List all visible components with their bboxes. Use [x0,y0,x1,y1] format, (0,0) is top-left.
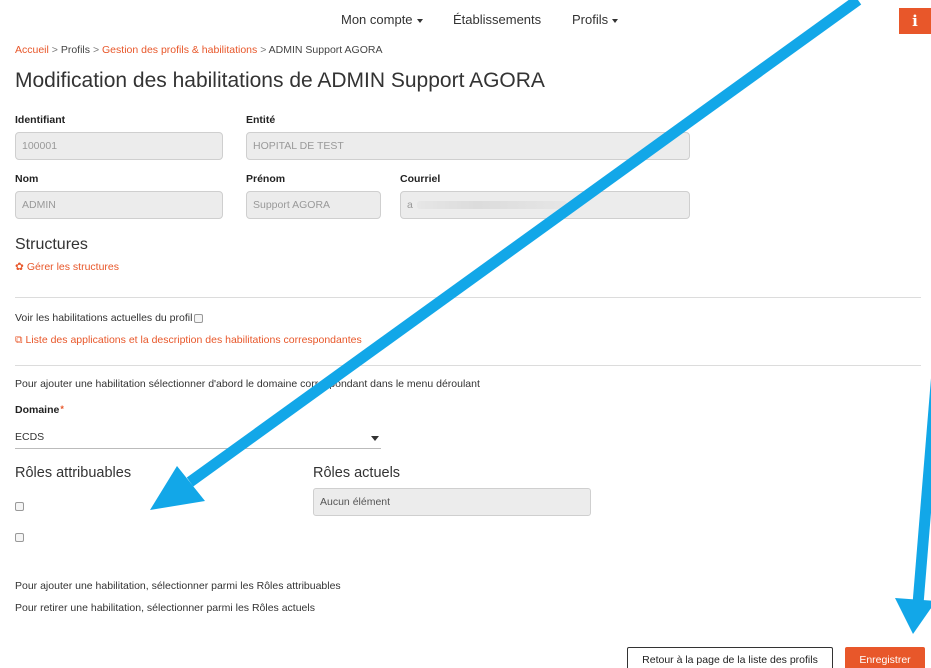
assignable-role-checkbox[interactable] [15,502,24,511]
structures-title: Structures [15,236,88,253]
breadcrumb-separator: > [92,44,100,56]
required-mark: * [60,404,64,414]
firstname-label: Prénom [246,173,286,185]
lastname-field: ADMIN [15,191,223,219]
firstname-field: Support AGORA [246,191,381,219]
assignable-roles-title: Rôles attribuables [15,465,132,481]
domain-label-text: Domaine [15,404,60,416]
caret-down-icon [612,18,619,23]
view-current-label: Voir les habilitations actuelles du prof… [15,312,193,324]
email-label: Courriel [400,173,441,185]
page-title: Modification des habilitations de ADMIN … [15,69,545,92]
entity-field: HOPITAL DE TEST [246,132,690,160]
assignable-role-checkbox[interactable] [15,533,24,542]
breadcrumb-current: ADMIN Support AGORA [268,44,383,56]
annotation-arrow-save [895,378,931,634]
breadcrumb: Accueil > Profils > Gestion des profils … [15,44,382,56]
breadcrumb-home-link[interactable]: Accueil [15,44,49,56]
email-value: a [407,199,413,211]
breadcrumb-separator: > [260,44,267,56]
divider [15,365,921,366]
info-button[interactable]: i [899,8,931,34]
current-roles-list[interactable]: Aucun élément [313,488,591,516]
apps-description-link[interactable]: ⧉ Liste des applications et la descriptio… [15,334,362,347]
domain-instruction: Pour ajouter une habilitation sélectionn… [15,378,480,390]
nav-profiles-label: Profils [572,12,609,27]
domain-select[interactable]: ECDS [15,425,381,449]
email-field: a [400,191,690,219]
entity-label: Entité [246,114,276,126]
help-add: Pour ajouter une habilitation, sélection… [15,580,341,592]
gear-icon: ✿ [15,261,24,273]
divider [15,297,921,298]
info-icon: i [912,12,918,30]
domain-selected-value: ECDS [15,431,45,443]
help-remove: Pour retirer une habilitation, sélection… [15,602,315,614]
back-to-profiles-button[interactable]: Retour à la page de la liste des profils [627,647,833,668]
chevron-down-icon [371,436,379,441]
nav-establishments-label: Établissements [453,12,542,27]
save-button[interactable]: Enregistrer [845,647,925,668]
apps-description-label: Liste des applications et la description… [25,334,362,346]
domain-label: Domaine* [15,404,64,416]
identifier-label: Identifiant [15,114,66,126]
nav-account-label: Mon compte [341,12,413,27]
nav-establishments-link[interactable]: Établissements [453,12,541,27]
lastname-label: Nom [15,173,39,185]
current-roles-empty: Aucun élément [320,496,391,508]
breadcrumb-separator: > [51,44,58,56]
breadcrumb-management-link[interactable]: Gestion des profils & habilitations [102,44,257,56]
manage-structures-link[interactable]: ✿ Gérer les structures [15,261,119,273]
external-link-icon: ⧉ [15,334,23,346]
email-redacted [416,201,567,210]
view-current-checkbox[interactable] [194,313,204,323]
identifier-field: 100001 [15,132,223,160]
caret-down-icon [416,18,423,23]
top-navbar: Mon compte Établissements Profils i [0,0,931,38]
current-roles-title: Rôles actuels [313,465,401,481]
nav-account-menu[interactable]: Mon compte [341,12,423,27]
breadcrumb-profiles: Profils [60,44,91,56]
view-current-habilitations[interactable]: Voir les habilitations actuelles du prof… [15,312,204,324]
manage-structures-label: Gérer les structures [26,261,120,273]
nav-profiles-menu[interactable]: Profils [572,12,619,27]
